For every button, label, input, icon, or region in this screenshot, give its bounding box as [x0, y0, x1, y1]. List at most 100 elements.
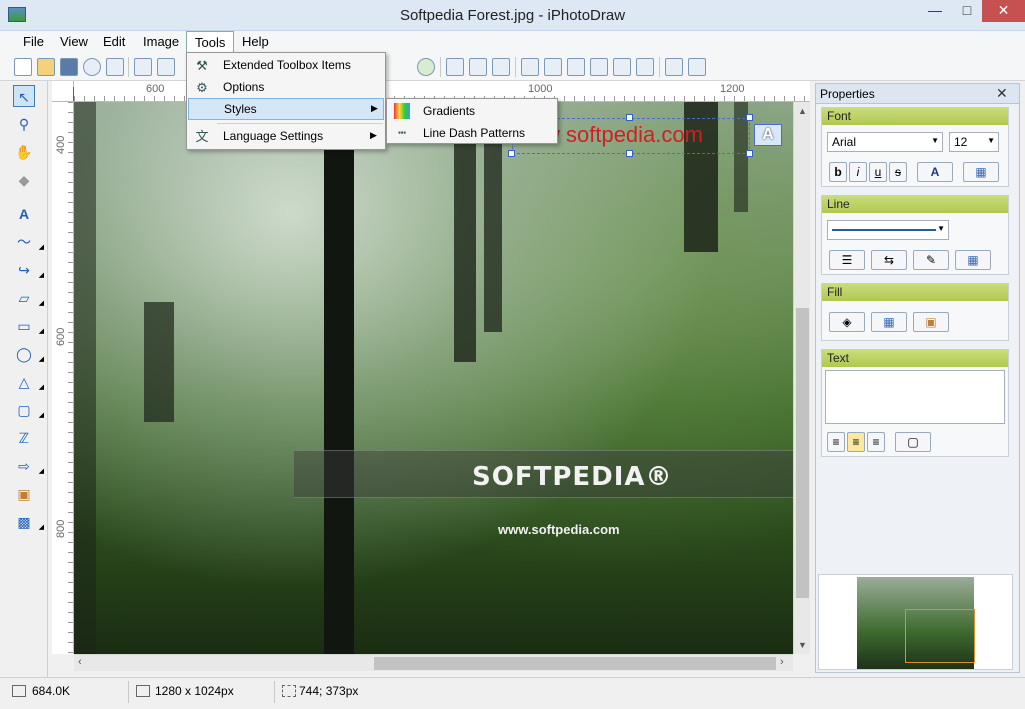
- menu-view[interactable]: View: [60, 34, 88, 49]
- rectangle-tool-icon[interactable]: ▭ ◢: [13, 315, 44, 337]
- menu-item-label: Options: [223, 80, 265, 94]
- export-icon[interactable]: [83, 58, 101, 76]
- menu-language-settings[interactable]: 文 Language Settings ▶: [188, 126, 384, 148]
- group-icon[interactable]: [446, 58, 464, 76]
- pan-tool-icon[interactable]: ✋: [13, 141, 35, 163]
- fill-color-button[interactable]: ◈: [829, 312, 865, 332]
- text-content-field[interactable]: [825, 370, 1005, 424]
- main-toolbar: [0, 53, 1025, 81]
- resize-handle[interactable]: [746, 114, 753, 121]
- menu-tools[interactable]: Tools: [186, 31, 235, 53]
- menu-file[interactable]: File: [23, 34, 44, 49]
- align-middle-icon[interactable]: [613, 58, 631, 76]
- line-color-button[interactable]: ✎: [913, 250, 949, 270]
- text-tool-icon[interactable]: A: [13, 203, 35, 225]
- close-button[interactable]: ✕: [982, 0, 1025, 22]
- align-bottom-icon[interactable]: [636, 58, 654, 76]
- freehand-tool-icon[interactable]: ℤ: [13, 427, 35, 449]
- image-tool-icon[interactable]: ▣: [13, 483, 35, 505]
- align-left-icon[interactable]: [521, 58, 539, 76]
- text-group: Text ≡ ≡ ≡ ▢: [821, 349, 1009, 457]
- menu-options[interactable]: ⚙ Options: [188, 77, 384, 99]
- align-left-text-button[interactable]: ≡: [827, 432, 845, 452]
- scroll-down-icon[interactable]: ▼: [794, 640, 811, 650]
- italic-button[interactable]: i: [849, 162, 867, 182]
- line-group: Line ▼ ☰ ⇆ ✎ ▦: [821, 195, 1009, 275]
- pointer-tool-icon[interactable]: ↖: [13, 85, 35, 107]
- new-icon[interactable]: [14, 58, 32, 76]
- menu-gradients[interactable]: Gradients: [388, 100, 556, 122]
- strikethrough-button[interactable]: s: [889, 162, 907, 182]
- menu-styles[interactable]: Styles ▶: [188, 98, 384, 120]
- tools-icon: ⚒: [196, 58, 208, 73]
- menu-edit[interactable]: Edit: [103, 34, 125, 49]
- resize-handle[interactable]: [746, 150, 753, 157]
- resize-handle[interactable]: [508, 150, 515, 157]
- connector-tool-icon[interactable]: ↪ ◢: [13, 259, 44, 281]
- text-background-button[interactable]: ▦: [963, 162, 999, 182]
- menu-item-label: Line Dash Patterns: [423, 126, 526, 140]
- text-shape-icon[interactable]: A: [754, 124, 782, 146]
- scroll-right-icon[interactable]: ›: [780, 656, 784, 668]
- line-pattern-button[interactable]: ▦: [955, 250, 991, 270]
- distribute-h-icon[interactable]: [665, 58, 683, 76]
- print-icon[interactable]: [106, 58, 124, 76]
- navigator-thumbnail[interactable]: [818, 574, 1013, 670]
- vertical-ruler[interactable]: 400 600 800: [52, 102, 74, 654]
- blur-tool-icon[interactable]: ▩ ◢: [13, 511, 44, 533]
- triangle-tool-icon[interactable]: △ ◢: [13, 371, 44, 393]
- scroll-thumb[interactable]: [374, 657, 776, 670]
- fill-pattern-button[interactable]: ▦: [871, 312, 907, 332]
- polyline-tool-icon[interactable]: 〜 ◢: [13, 231, 44, 253]
- underline-button[interactable]: u: [869, 162, 887, 182]
- scroll-up-icon[interactable]: ▲: [794, 106, 811, 116]
- resize-handle[interactable]: [626, 150, 633, 157]
- maximize-button[interactable]: □: [952, 0, 982, 22]
- fill-tool-icon[interactable]: ◆: [13, 169, 35, 191]
- ungroup-icon[interactable]: [469, 58, 487, 76]
- align-center-icon[interactable]: [544, 58, 562, 76]
- align-top-icon[interactable]: [590, 58, 608, 76]
- align-right-text-button[interactable]: ≡: [867, 432, 885, 452]
- align-center-text-button[interactable]: ≡: [847, 432, 865, 452]
- resize-handle[interactable]: [626, 114, 633, 121]
- order-icon[interactable]: [492, 58, 510, 76]
- minimize-button[interactable]: —: [920, 0, 950, 22]
- ruler-corner: [52, 81, 75, 102]
- line-arrow-button[interactable]: ⇆: [871, 250, 907, 270]
- font-color-button[interactable]: A: [917, 162, 953, 182]
- open-icon[interactable]: [37, 58, 55, 76]
- menu-extended-toolbox[interactable]: ⚒ Extended Toolbox Items: [188, 55, 384, 77]
- vertical-scrollbar[interactable]: ▲ ▼: [793, 102, 810, 654]
- save-icon[interactable]: [60, 58, 78, 76]
- tools-menu-dropdown: ⚒ Extended Toolbox Items ⚙ Options Style…: [186, 52, 386, 150]
- text-margin-button[interactable]: ▢: [895, 432, 931, 452]
- copy-icon[interactable]: [157, 58, 175, 76]
- gradient-icon: [394, 103, 410, 119]
- image-canvas[interactable]: SOFTPEDIA® www.softpedia.com w softpedia…: [74, 102, 793, 654]
- chevron-down-icon: ▼: [937, 224, 945, 233]
- callout-tool-icon[interactable]: ▢ ◢: [13, 399, 44, 421]
- menu-line-dash-patterns[interactable]: ┅ Line Dash Patterns: [388, 122, 556, 144]
- scroll-thumb[interactable]: [796, 308, 809, 598]
- distribute-v-icon[interactable]: [688, 58, 706, 76]
- font-size-select[interactable]: 12 ▼: [949, 132, 999, 152]
- fill-image-button[interactable]: ▣: [913, 312, 949, 332]
- zoom-icon[interactable]: [417, 58, 435, 76]
- bold-button[interactable]: b: [829, 162, 847, 182]
- arrow-shape-tool-icon[interactable]: ⇨ ◢: [13, 455, 44, 477]
- menu-image[interactable]: Image: [143, 34, 179, 49]
- horizontal-scrollbar[interactable]: ‹ ›: [74, 654, 793, 671]
- cut-icon[interactable]: [134, 58, 152, 76]
- close-panel-icon[interactable]: ✕: [996, 85, 1008, 102]
- line-width-button[interactable]: ☰: [829, 250, 865, 270]
- zoom-tool-icon[interactable]: ⚲: [13, 113, 35, 135]
- ellipse-tool-icon[interactable]: ◯ ◢: [13, 343, 44, 365]
- align-right-icon[interactable]: [567, 58, 585, 76]
- font-name-select[interactable]: Arial ▼: [827, 132, 943, 152]
- scroll-left-icon[interactable]: ‹: [78, 656, 82, 668]
- viewport-rectangle[interactable]: [905, 609, 975, 663]
- polygon-tool-icon[interactable]: ▱ ◢: [13, 287, 44, 309]
- menu-help[interactable]: Help: [242, 34, 269, 49]
- line-style-select[interactable]: ▼: [827, 220, 949, 240]
